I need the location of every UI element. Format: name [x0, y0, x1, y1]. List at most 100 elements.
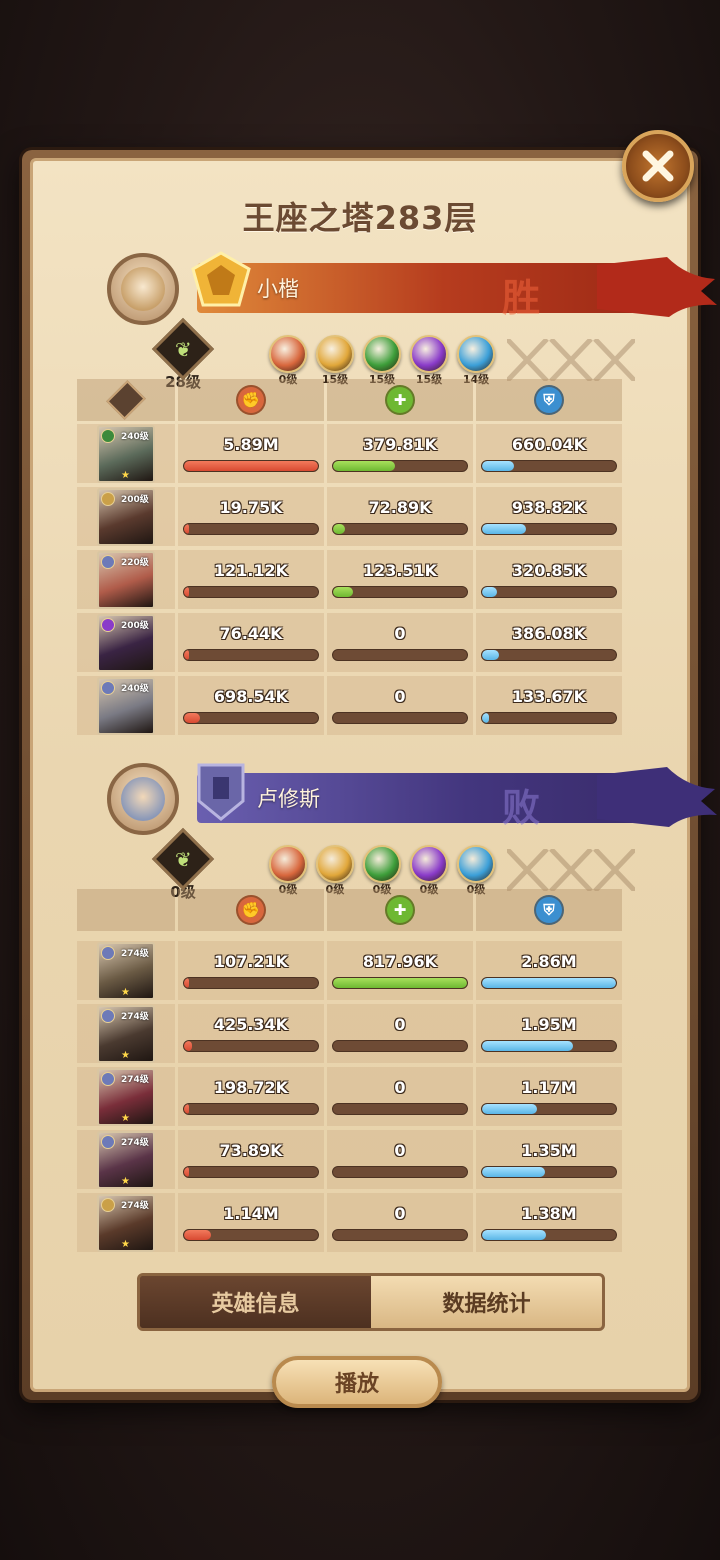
faction-orb-icon	[316, 845, 354, 883]
header-tank: ⛨	[476, 889, 622, 931]
heal-bar	[332, 523, 468, 535]
stats-table: ✊ ✚ ⛨ 274级 ★ 107.21K 817.96K 2.86M 274级 ★ 425.3…	[77, 889, 657, 1256]
tank-bar	[481, 1040, 617, 1052]
hero-portrait[interactable]: 274级 ★	[97, 1067, 155, 1126]
faction-orb-icon	[457, 335, 495, 373]
hero-cell: 274级 ★	[77, 1067, 175, 1126]
heal-cell: 379.81K	[327, 424, 473, 483]
hero-level: 240级	[121, 683, 149, 694]
decoration	[507, 849, 635, 891]
hero-portrait[interactable]: 274级 ★	[97, 1130, 155, 1189]
hero-portrait[interactable]: 274级 ★	[97, 1004, 155, 1063]
tab-stats[interactable]: 数据统计	[371, 1276, 602, 1328]
tank-cell: 2.86M	[476, 941, 622, 1000]
dialog-title: 王座之塔283层	[242, 199, 478, 237]
star-icon: ★	[121, 1238, 130, 1250]
damage-value: 425.34K	[213, 1015, 289, 1034]
tank-value: 938.82K	[511, 498, 587, 517]
hero-cell: 240级	[77, 676, 175, 735]
tank-value: 1.35M	[521, 1141, 577, 1160]
tank-bar-fill	[482, 524, 527, 534]
header-detail-cell[interactable]	[77, 379, 175, 421]
heal-value: 0	[394, 624, 406, 643]
heal-value: 379.81K	[362, 435, 438, 454]
hero-portrait[interactable]: 240级	[97, 676, 155, 735]
heal-cell: 0	[327, 613, 473, 672]
damage-bar-fill	[184, 461, 318, 471]
heal-bar	[332, 977, 468, 989]
hero-portrait[interactable]: 274级 ★	[97, 941, 155, 1000]
heal-bar-fill	[333, 978, 467, 988]
tank-cell: 1.35M	[476, 1130, 622, 1189]
damage-bar	[183, 712, 319, 724]
stats-table: ✊ ✚ ⛨ 240级 ★ 5.89M 379.81K 660.04K 200级 19.75K…	[77, 379, 657, 739]
faction-icon	[101, 617, 115, 632]
damage-bar-fill	[184, 1104, 190, 1114]
damage-bar	[183, 460, 319, 472]
damage-value: 107.21K	[213, 952, 289, 971]
table-row: 220级 121.12K 123.51K 320.85K	[77, 550, 657, 609]
player-banner: 小楷 胜	[197, 257, 717, 320]
heal-cell: 817.96K	[327, 941, 473, 1000]
faction-icon	[101, 428, 115, 443]
player-avatar[interactable]	[107, 253, 179, 325]
damage-bar-fill	[184, 650, 190, 660]
hero-portrait[interactable]: 200级	[97, 487, 155, 546]
hero-portrait[interactable]: 200级	[97, 613, 155, 672]
tank-value: 1.38M	[521, 1204, 577, 1223]
faction-icon	[101, 945, 115, 960]
tank-value: 386.08K	[511, 624, 587, 643]
tank-bar	[481, 1103, 617, 1115]
heal-bar	[332, 712, 468, 724]
damage-cell: 107.21K	[178, 941, 324, 1000]
faction-orb-icon	[410, 845, 448, 883]
hero-level: 274级	[121, 1137, 149, 1148]
faction-icon	[101, 680, 115, 695]
document-icon[interactable]	[106, 380, 146, 420]
defeat-emblem	[197, 763, 245, 821]
faction-orb-icon	[363, 845, 401, 883]
heal-value: 817.96K	[362, 952, 438, 971]
damage-bar	[183, 1229, 319, 1241]
victory-emblem	[191, 251, 251, 307]
damage-cell: 121.12K	[178, 550, 324, 609]
result-label: 败	[502, 786, 541, 830]
team-loser: 卢修斯 败 ❦ 0级 0级 0级 0级 0级 0级 ✊ ✚ ⛨ 274级 ★ 1…	[77, 753, 717, 1256]
tank-bar-fill	[482, 461, 515, 471]
hero-portrait[interactable]: 274级 ★	[97, 1193, 155, 1252]
play-button[interactable]: 播放	[272, 1356, 442, 1408]
tank-value: 1.17M	[521, 1078, 577, 1097]
player-avatar[interactable]	[107, 763, 179, 835]
header-blank-cell	[77, 889, 175, 931]
tank-bar	[481, 1229, 617, 1241]
star-icon: ★	[121, 1112, 130, 1124]
heal-cell: 123.51K	[327, 550, 473, 609]
faction-orb-icon	[410, 335, 448, 373]
damage-cell: 198.72K	[178, 1067, 324, 1126]
hero-portrait[interactable]: 220级	[97, 550, 155, 609]
heal-value: 123.51K	[362, 561, 438, 580]
hero-portrait[interactable]: 240级 ★	[97, 424, 155, 483]
heal-value: 0	[394, 687, 406, 706]
star-icon: ★	[121, 1175, 130, 1187]
table-row: 274级 ★ 73.89K 0 1.35M	[77, 1130, 657, 1189]
tank-value: 660.04K	[511, 435, 587, 454]
damage-cell: 19.75K	[178, 487, 324, 546]
damage-value: 1.14M	[223, 1204, 279, 1223]
tank-bar	[481, 460, 617, 472]
heal-cell: 72.89K	[327, 487, 473, 546]
header-damage: ✊	[178, 889, 324, 931]
tab-hero-info[interactable]: 英雄信息	[140, 1276, 371, 1328]
decoration	[507, 339, 635, 381]
header-heal: ✚	[327, 889, 473, 931]
damage-bar	[183, 523, 319, 535]
damage-icon: ✊	[236, 385, 266, 415]
table-row: 200级 76.44K 0 386.08K	[77, 613, 657, 672]
hero-level: 220级	[121, 557, 149, 568]
tank-bar	[481, 1166, 617, 1178]
tank-cell: 1.38M	[476, 1193, 622, 1252]
close-icon	[642, 150, 674, 182]
close-button[interactable]	[622, 130, 694, 202]
damage-cell: 73.89K	[178, 1130, 324, 1189]
damage-bar-fill	[184, 713, 201, 723]
